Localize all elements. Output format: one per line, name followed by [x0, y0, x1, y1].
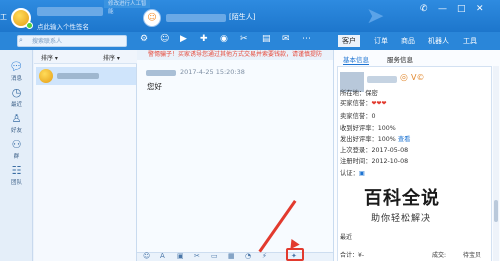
search-icon: ⌕: [19, 36, 23, 44]
maximize-button[interactable]: □: [457, 4, 466, 14]
buyer-credit-label: 买家信誉：: [340, 100, 372, 107]
screenshot-icon[interactable]: ✂: [240, 34, 248, 44]
tab-robot[interactable]: 机器人: [428, 36, 449, 46]
mail-icon[interactable]: ✉: [282, 34, 290, 44]
person-icon: ♙: [11, 112, 22, 125]
tab-service-info[interactable]: 服务信息: [387, 54, 413, 64]
nav-item-groups[interactable]: ⚇ 群: [0, 138, 33, 160]
camera-icon[interactable]: ◉: [220, 34, 228, 44]
im-window: 工 点此输入个性签名 修改进行人工智能 ☺ [陌生人] ➤ ✆ — □ ✕ 搜索…: [0, 0, 500, 261]
contact-tag: [陌生人]: [229, 13, 256, 21]
message-sender: [146, 70, 176, 76]
scrollbar[interactable]: [493, 66, 499, 261]
my-username: [37, 7, 103, 16]
emoji-icon[interactable]: ☺: [143, 252, 150, 260]
seller-credit: 卖家信誉：0: [340, 113, 376, 120]
more-icon[interactable]: ⋯: [302, 34, 311, 44]
font-icon[interactable]: A: [160, 252, 165, 260]
window-tab[interactable]: 修改进行人工智能: [104, 0, 150, 15]
amount-total: 合计：¥-: [340, 252, 364, 259]
search-input[interactable]: 搜索联系人: [17, 35, 127, 47]
last-login: 上次登录：2017-05-08: [340, 147, 409, 154]
message-settings-icon[interactable]: ⚙: [140, 34, 148, 44]
phone-icon[interactable]: ✆: [420, 4, 428, 14]
nav-item-recent[interactable]: ◷ 最近: [0, 86, 33, 108]
deal-label: 成交:: [432, 252, 447, 259]
image-icon[interactable]: ▣: [177, 252, 184, 260]
register-time: 注册时间：2012-10-08: [340, 158, 409, 165]
paper-plane-icon: ➤: [366, 4, 385, 29]
nav-item-team[interactable]: ☷ 团队: [0, 164, 33, 186]
sort-dropdown[interactable]: 排序 ▾: [41, 53, 58, 62]
nav-label: 消息: [10, 76, 22, 82]
folder-icon[interactable]: ▭: [211, 252, 218, 260]
message-text: 您好: [147, 82, 162, 91]
close-button[interactable]: ✕: [476, 4, 484, 14]
avatar: [39, 69, 53, 83]
nav-label: 好友: [10, 128, 22, 134]
nav-label: 群: [13, 154, 20, 160]
coupon-icon[interactable]: ▦: [228, 252, 235, 260]
contact-name: [166, 14, 226, 22]
verify-info: 认证：▣: [340, 168, 365, 177]
signature-field[interactable]: 点此输入个性签名: [37, 21, 89, 31]
tab-tools[interactable]: 工具: [463, 36, 477, 46]
verify-badge-icon: ▣: [358, 170, 365, 177]
heart-icon: ❤❤❤: [371, 100, 387, 107]
contact-avatar[interactable]: ☺: [143, 9, 161, 27]
nav-label: 团队: [10, 180, 22, 186]
scrollbar-thumb[interactable]: [494, 200, 498, 222]
left-edge-char: 工: [0, 13, 7, 21]
tab-product[interactable]: 商品: [401, 36, 415, 46]
positive-given: 发出好评率：100% 查看: [340, 134, 410, 143]
view-link[interactable]: 查看: [398, 136, 411, 143]
team-icon: ☷: [11, 164, 22, 177]
session-name: [57, 73, 99, 79]
nav-item-messages[interactable]: 💬︎ 消息: [0, 60, 33, 82]
chat-bubble-icon: 💬︎: [9, 60, 24, 73]
history-icon[interactable]: ◔: [245, 252, 251, 260]
shortcut-icon[interactable]: ⚡: [262, 252, 267, 260]
verify-label: 认证：: [340, 170, 359, 177]
nav-item-friends[interactable]: ♙ 好友: [0, 112, 33, 134]
vip-badge: V©: [411, 73, 425, 82]
location-info: 所在地：保密: [340, 90, 378, 97]
deal-suffix: 待宝贝: [463, 252, 482, 259]
online-status-icon[interactable]: [26, 22, 33, 29]
video-icon[interactable]: ▶: [180, 34, 187, 44]
group-icon: ⚇: [11, 138, 22, 151]
scissors-icon[interactable]: ✂: [194, 252, 200, 260]
watermark-logo: 百科全说: [364, 188, 440, 209]
tab-basic-info[interactable]: 基本信息: [343, 54, 369, 65]
clock-icon: ◷: [11, 86, 22, 99]
minimize-button[interactable]: —: [438, 4, 447, 14]
message-time: 2017-4-25 15:20:38: [180, 68, 245, 76]
card-icon[interactable]: ▤: [262, 34, 271, 44]
face-icon[interactable]: ☺: [160, 34, 169, 44]
nav-label: 最近: [10, 102, 22, 108]
sort-order-dropdown[interactable]: 排序 ▾: [103, 53, 120, 62]
recent-label: 最近: [340, 234, 353, 241]
add-contact-icon[interactable]: ✚: [200, 34, 208, 44]
positive-given-text: 发出好评率：100%: [340, 136, 396, 143]
tab-order[interactable]: 订单: [374, 36, 388, 46]
positive-received: 收到好评率：100%: [340, 125, 396, 132]
watermark-subtitle: 助你轻松解决: [371, 214, 432, 224]
tab-customer[interactable]: 客户: [338, 35, 360, 47]
crown-icon: ◎: [400, 73, 408, 83]
chat-area: [137, 60, 333, 261]
buyer-credit: 买家信誉：❤❤❤: [340, 98, 387, 107]
customer-name: [367, 76, 397, 83]
